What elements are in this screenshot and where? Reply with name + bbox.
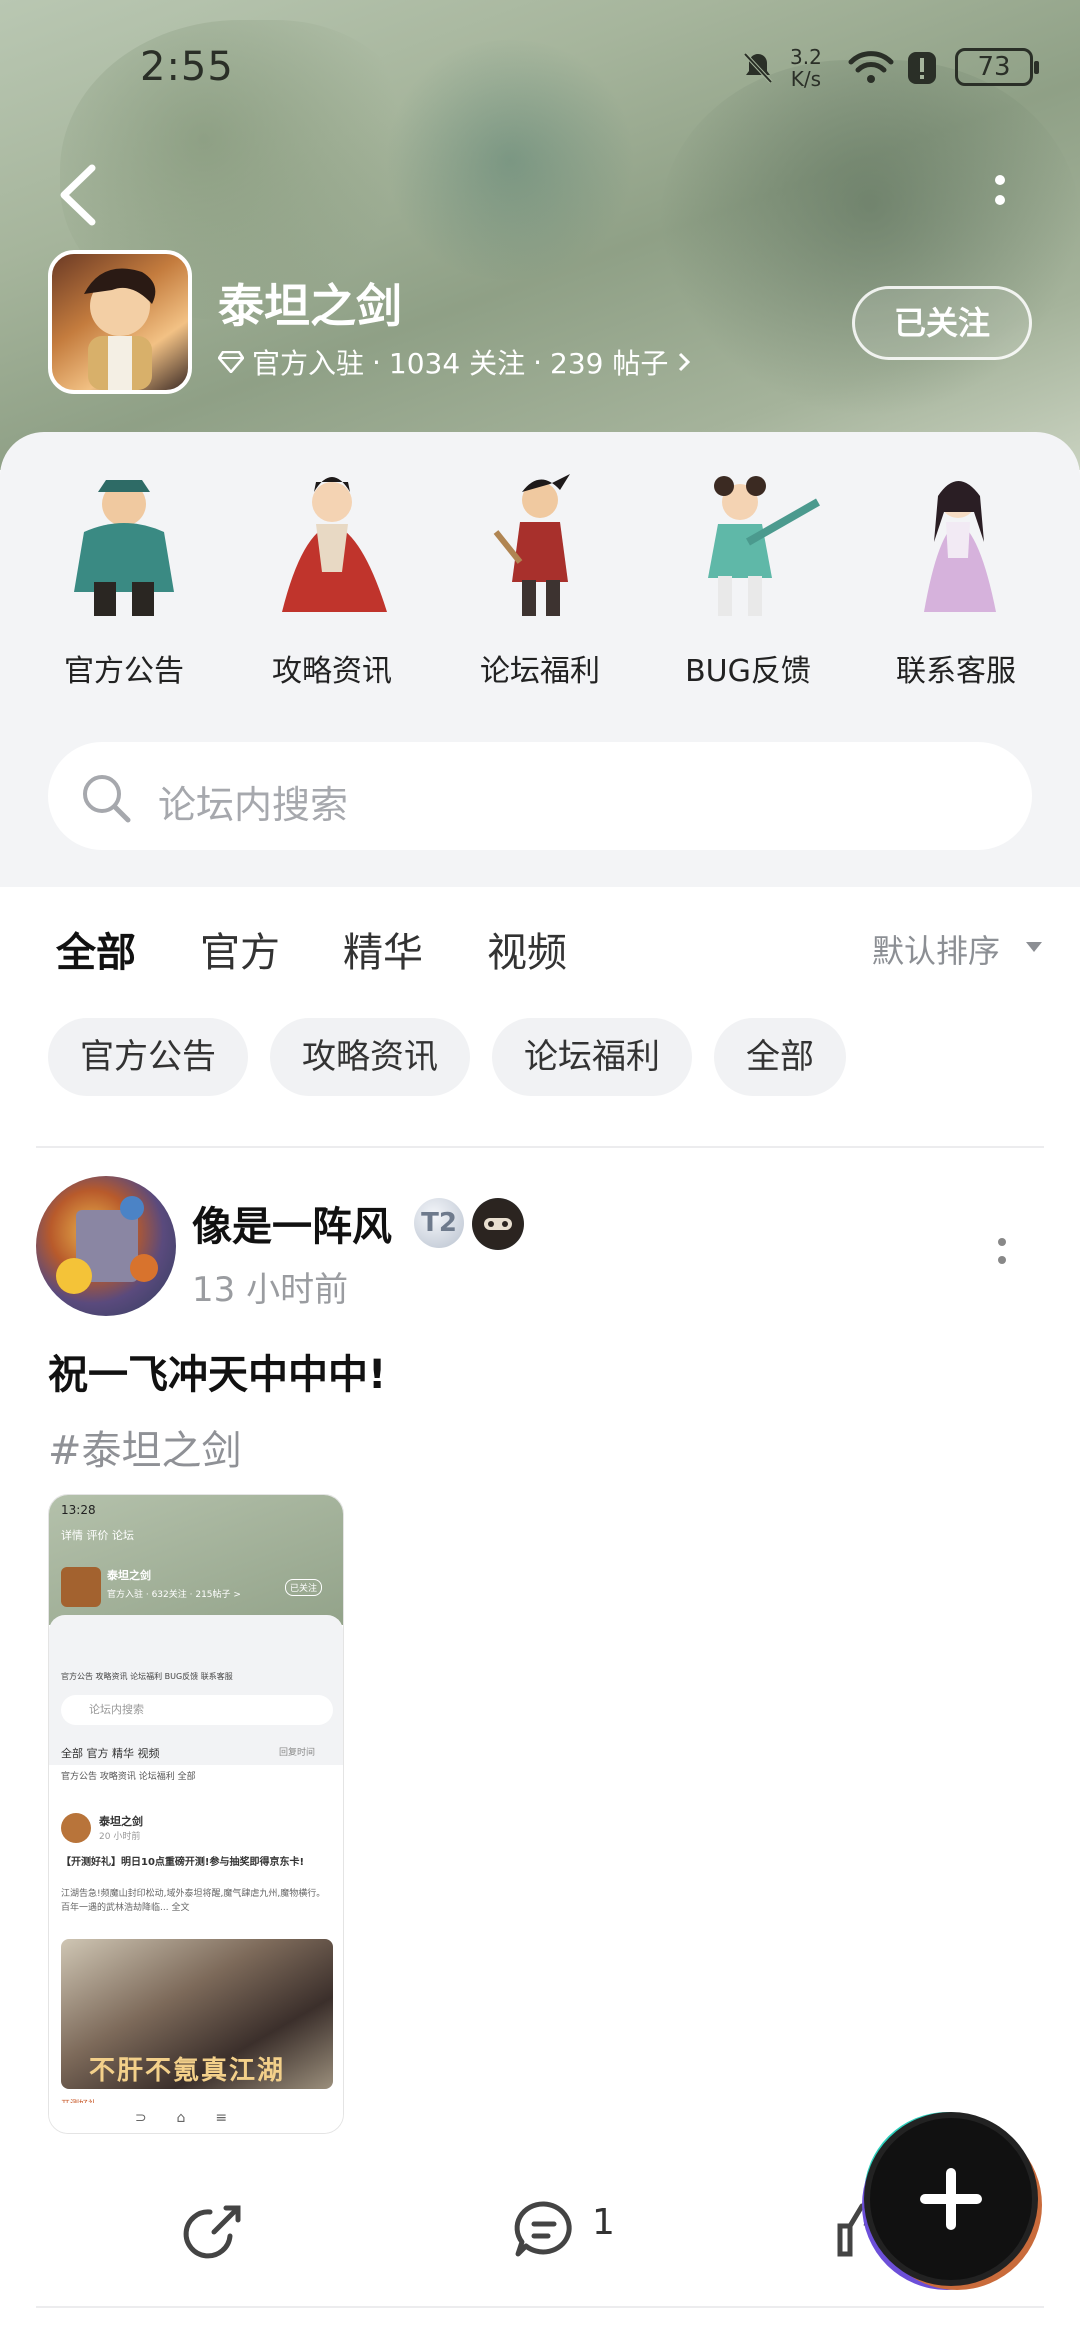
post-image[interactable]: 13:28 详情 评价 论坛 泰坦之剑 官方入驻 · 632关注 · 215帖子…	[48, 1494, 344, 2134]
shot-tabs: 详情 评价 论坛	[61, 1529, 134, 1542]
category-label: 论坛福利	[480, 654, 600, 689]
comment-button[interactable]: 1	[512, 2180, 642, 2280]
shot-nav: ⊃⌂≡	[49, 2103, 343, 2133]
shot-chips: 官方公告 攻略资讯 论坛福利 全部	[61, 1772, 196, 1782]
shot-sheet	[49, 1615, 343, 1765]
level-badge: T2	[414, 1198, 464, 1248]
shot-cats: 官方公告 攻略资讯 论坛福利 BUG反馈 联系客服	[61, 1672, 233, 1681]
shot-forum-name: 泰坦之剑	[107, 1569, 151, 1582]
status-bar: 2:55 3.2 K/s 73	[0, 0, 1080, 140]
shot-forum-meta: 官方入驻 · 632关注 · 215帖子 >	[107, 1590, 241, 1600]
comment-count: 1	[592, 2202, 615, 2243]
shot-post-user: 泰坦之剑	[99, 1815, 143, 1828]
character-swordsman-icon	[493, 474, 570, 616]
shot-post-time: 20 小时前	[99, 1832, 141, 1842]
back-arrow-icon[interactable]	[52, 160, 112, 230]
meta-separator: ·	[372, 345, 381, 379]
search-icon	[83, 775, 131, 823]
caret-down-icon	[1026, 942, 1042, 952]
search-placeholder: 论坛内搜索	[158, 783, 349, 827]
category-label: 联系客服	[896, 654, 1016, 689]
forum-meta[interactable]: 官方入驻 · 1034 关注 · 239 帖子	[218, 342, 692, 382]
category-item-announcements[interactable]: 官方公告	[29, 462, 219, 690]
category-item-customer-service[interactable]: 联系客服	[861, 462, 1051, 690]
forum-official-badge: 官方入驻	[252, 347, 365, 380]
comment-icon	[514, 2201, 572, 2257]
category-item-bug-report[interactable]: BUG反馈	[653, 462, 843, 690]
shot-post-body: 江湖告急!频魔山封印松动,域外泰坦将醒,魔气肆虐九州,魔物横行。百年一遇的武林浩…	[61, 1889, 326, 1913]
share-button[interactable]	[180, 2180, 260, 2280]
character-lady-red-icon	[282, 477, 387, 612]
battery-indicator: 73	[955, 48, 1039, 86]
meta-separator: ·	[533, 345, 542, 379]
divider	[36, 1146, 1044, 1148]
filter-chips: 官方公告 攻略资讯 论坛福利 全部	[48, 1018, 846, 1096]
category-list: 官方公告 攻略资讯 论坛福利 BUG反馈 联系客服	[0, 462, 1080, 690]
category-item-guides[interactable]: 攻略资讯	[237, 462, 427, 690]
forum-posts: 239 帖子	[550, 347, 669, 380]
post-more-icon[interactable]	[995, 1234, 1009, 1274]
divider	[36, 2306, 1044, 2308]
chip-welfare[interactable]: 论坛福利	[492, 1018, 692, 1096]
post-title[interactable]: 祝一飞冲天中中中!	[48, 1342, 386, 1400]
mute-bell-icon	[743, 52, 773, 84]
category-item-welfare[interactable]: 论坛福利	[445, 462, 635, 690]
mask-badge-icon	[472, 1198, 524, 1250]
post-timestamp: 13 小时前	[192, 1270, 349, 1310]
post-avatar-image	[56, 1196, 158, 1294]
tab-bar: 全部 官方 精华 视频 默认排序	[0, 890, 1080, 1010]
shot-img-title: 不肝不氪真江湖	[89, 2056, 286, 2086]
category-sheet: 官方公告 攻略资讯 论坛福利 BUG反馈 联系客服 论坛内搜索	[0, 432, 1080, 887]
character-maiden-icon	[924, 481, 996, 612]
chevron-right-icon	[679, 352, 691, 372]
character-lancer-icon	[708, 476, 820, 616]
diamond-icon	[218, 351, 244, 373]
net-speed: 3.2 K/s	[790, 45, 822, 91]
tab-featured[interactable]: 精华	[343, 920, 423, 978]
shot-forum-avatar	[61, 1567, 101, 1607]
shot-sort: 回复时间	[279, 1748, 316, 1758]
shot-follow: 已关注	[285, 1579, 323, 1596]
character-warrior-icon	[74, 480, 174, 616]
category-label: BUG反馈	[685, 654, 811, 689]
forum-avatar	[48, 250, 192, 394]
share-icon	[183, 2205, 241, 2259]
chip-announcements[interactable]: 官方公告	[48, 1018, 248, 1096]
shot-tabs2: 全部 官方 精华 视频	[61, 1747, 160, 1760]
chip-guides[interactable]: 攻略资讯	[270, 1018, 470, 1096]
forum-avatar-image	[84, 268, 156, 390]
plus-icon-stroke	[946, 2168, 956, 2230]
post-hashtag[interactable]: #泰坦之剑	[48, 1418, 242, 1476]
wifi-icon	[848, 51, 894, 83]
forum-search-bar[interactable]: 论坛内搜索	[48, 742, 1032, 850]
tab-all[interactable]: 全部	[56, 920, 136, 978]
category-label: 官方公告	[64, 654, 184, 689]
shot-post-title: 【开测好礼】明日10点重磅开测!参与抽奖即得京东卡!	[61, 1857, 305, 1868]
more-vertical-icon[interactable]	[985, 170, 1015, 220]
shot-post-avatar	[61, 1813, 91, 1843]
chip-all[interactable]: 全部	[714, 1018, 846, 1096]
create-post-button[interactable]	[870, 2118, 1032, 2280]
shot-search: 论坛内搜索	[61, 1695, 333, 1725]
sort-dropdown[interactable]: 默认排序	[872, 926, 1000, 972]
forum-followers: 1034 关注	[388, 347, 526, 380]
follow-button[interactable]: 已关注	[852, 286, 1032, 360]
post-username[interactable]: 像是一阵风	[192, 1194, 392, 1252]
status-time: 2:55	[140, 44, 234, 90]
post-avatar[interactable]	[36, 1176, 176, 1316]
shot-time: 13:28	[61, 1503, 96, 1517]
tab-video[interactable]: 视频	[487, 920, 567, 978]
alert-icon	[908, 52, 936, 84]
forum-title: 泰坦之剑	[218, 279, 402, 333]
tab-official[interactable]: 官方	[200, 920, 280, 978]
category-label: 攻略资讯	[272, 654, 392, 689]
